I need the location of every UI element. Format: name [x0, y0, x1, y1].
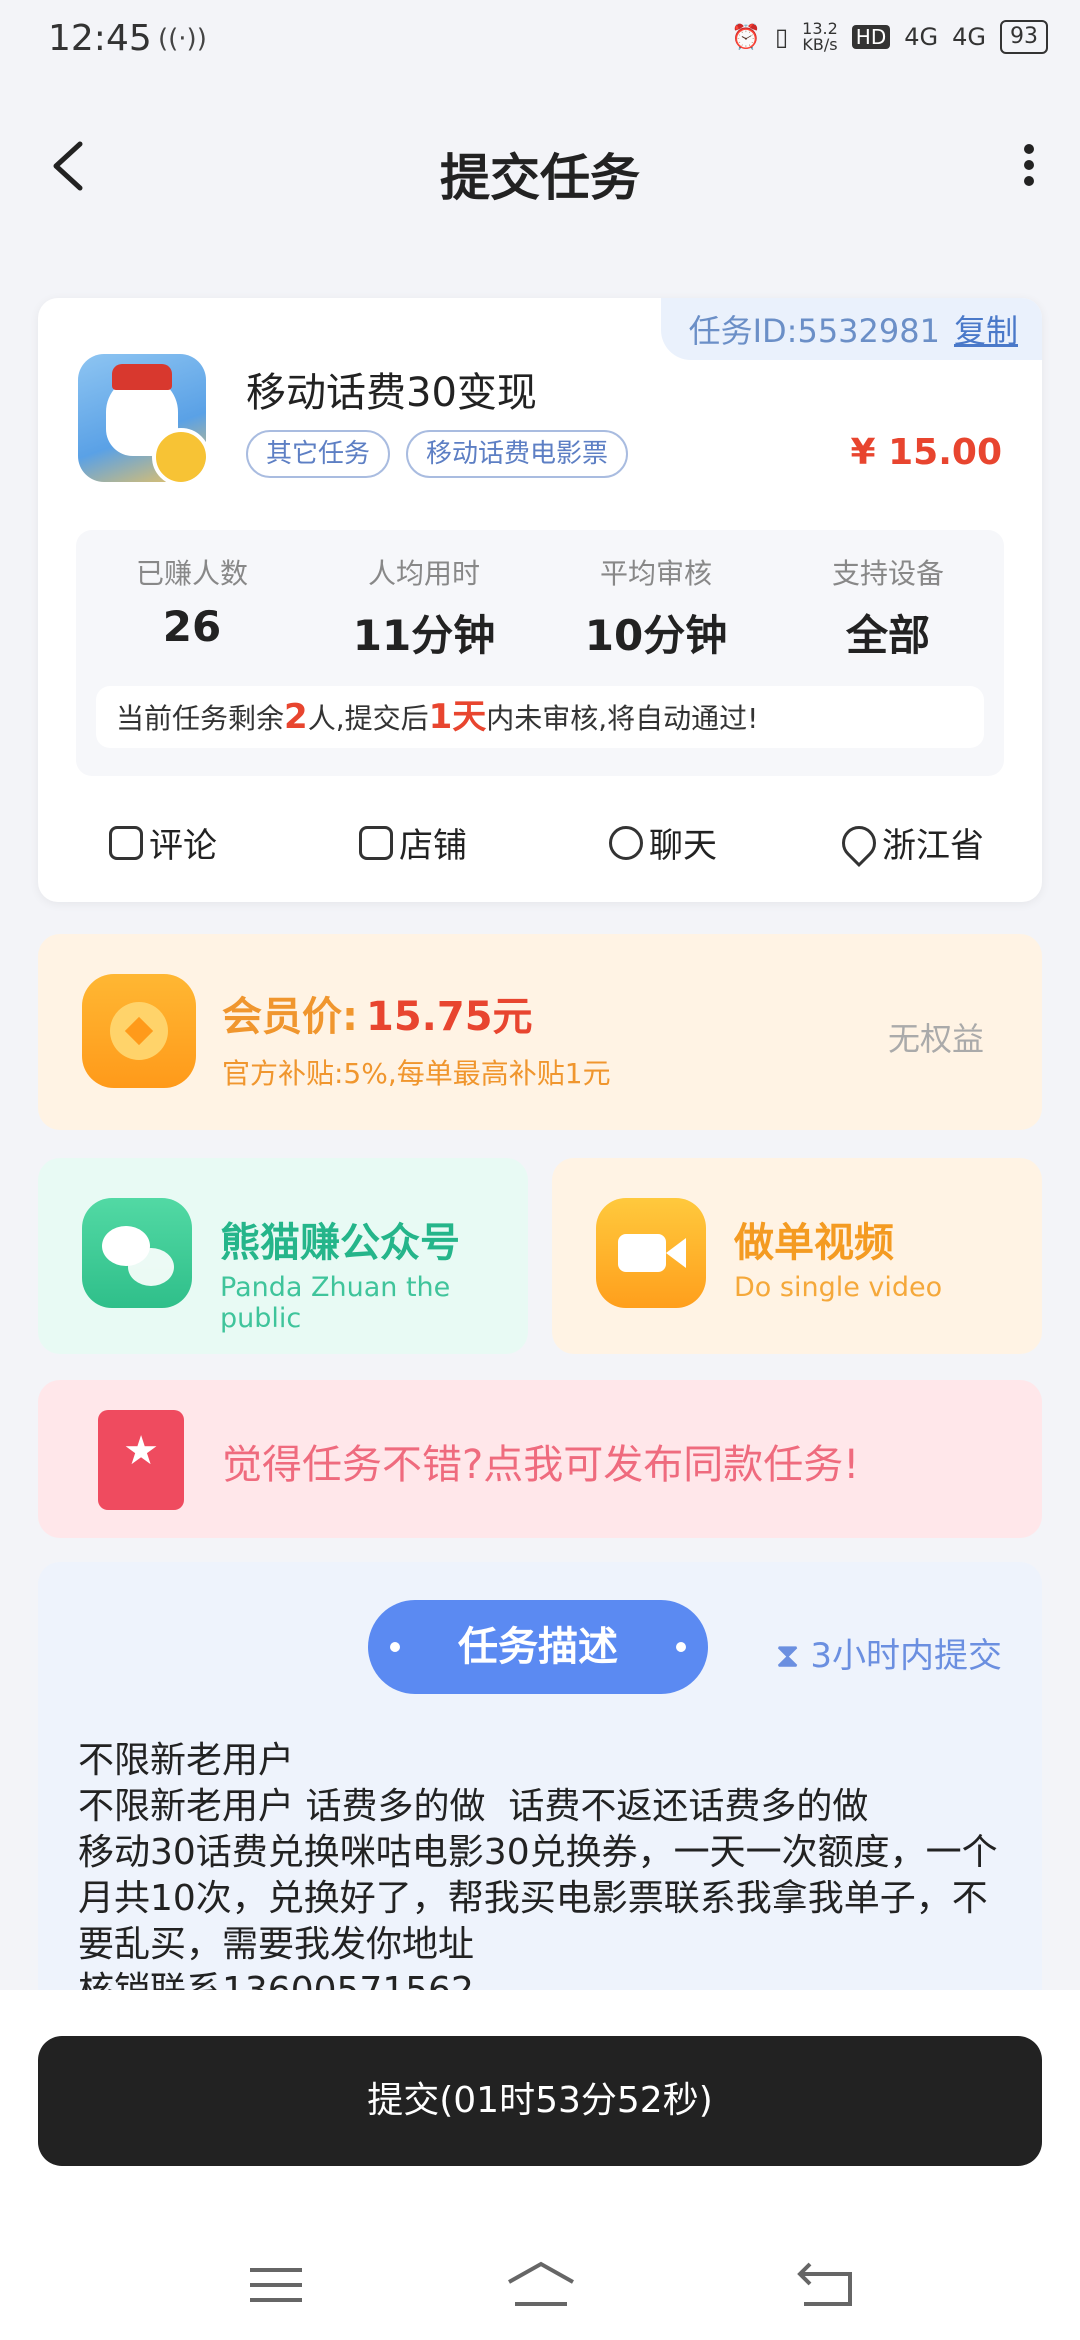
- task-description: 任务描述 ⧗ 3小时内提交 不限新老用户 不限新老用户 话费多的做 话费不返还话…: [38, 1562, 1042, 2012]
- wechat-icon: [82, 1198, 192, 1308]
- video-camera-icon: [596, 1198, 706, 1308]
- coin-badge-icon: [152, 428, 206, 482]
- vibrate-icon: ((·)): [158, 24, 207, 54]
- vip-price-banner[interactable]: 会员价: 15.75元 官方补贴:5%,每单最高补贴1元 无权益: [38, 934, 1042, 1130]
- shop-button[interactable]: 店铺: [288, 818, 538, 867]
- vip-benefit-status: 无权益: [887, 1020, 984, 1058]
- back-nav-icon[interactable]: [796, 2260, 856, 2310]
- stats-box: 已赚人数 26 人均用时 11分钟 平均审核 10分钟 支持设备 全部 当前任务…: [76, 530, 1004, 776]
- tag-other-task: 其它任务: [246, 430, 391, 478]
- task-card: 任务ID:5532981 复制 移动话费30变现 其它任务 移动话费电影票 ¥ 1…: [38, 298, 1042, 902]
- comment-icon: [109, 825, 143, 860]
- net-speed: 13.2 KB/s: [802, 19, 838, 54]
- time-limit: ⧗ 3小时内提交: [775, 1636, 1002, 1676]
- location-icon: [834, 818, 884, 867]
- task-app-icon: [78, 354, 206, 482]
- comment-button[interactable]: 评论: [38, 818, 288, 867]
- stat-avg-review: 平均审核 10分钟: [584, 557, 728, 660]
- tab-task-description[interactable]: 任务描述: [368, 1600, 708, 1694]
- hd-icon: HD: [851, 25, 891, 49]
- task-id-badge: 任务ID:5532981 复制: [660, 298, 1042, 360]
- description-text: 不限新老用户 不限新老用户 话费多的做 话费不返还话费多的做 移动30话费兑换咪…: [78, 1740, 998, 2011]
- wechat-tile-title: 熊猫赚公众号: [220, 1220, 460, 1266]
- auto-approve-notice: 当前任务剩余2人,提交后1天内未审核,将自动通过!: [96, 686, 984, 748]
- alarm-icon: ⏰: [731, 23, 761, 51]
- task-actions: 评论 店铺 聊天 浙江省: [38, 818, 1042, 878]
- coin-icon: [82, 974, 196, 1088]
- task-name: 移动话费30变现: [246, 370, 537, 416]
- tag-category: 移动话费电影票: [406, 430, 629, 478]
- task-price: ¥ 15.00: [850, 432, 1002, 473]
- signal-icon-2: 4G: [952, 23, 986, 51]
- publish-similar-banner[interactable]: ★ 觉得任务不错?点我可发布同款任务!: [38, 1380, 1042, 1538]
- wechat-official-tile[interactable]: 熊猫赚公众号 Panda Zhuan the public: [38, 1158, 528, 1354]
- more-menu-icon[interactable]: [1014, 138, 1044, 198]
- system-nav-bar: [0, 2240, 1080, 2340]
- status-icons: ⏰ ▯ 13.2 KB/s HD 4G 4G 93: [731, 20, 1048, 54]
- video-tile-subtitle: Do single video: [734, 1272, 943, 1303]
- submit-button[interactable]: 提交(01时53分52秒): [38, 2036, 1042, 2166]
- video-tile-title: 做单视频: [734, 1220, 894, 1266]
- vip-price: 会员价: 15.75元: [222, 994, 533, 1040]
- page-title: 提交任务: [440, 149, 640, 207]
- location-button[interactable]: 浙江省: [788, 818, 1038, 867]
- chat-icon: [609, 825, 643, 860]
- wechat-tile-subtitle: Panda Zhuan the public: [220, 1272, 451, 1334]
- stat-devices: 支持设备 全部: [831, 557, 944, 660]
- vip-subsidy: 官方补贴:5%,每单最高补贴1元: [222, 1057, 611, 1090]
- publish-similar-text: 觉得任务不错?点我可发布同款任务!: [222, 1442, 860, 1488]
- copy-button[interactable]: 复制: [954, 312, 1018, 350]
- signal-icon-1: 4G: [904, 23, 939, 51]
- video-tile[interactable]: 做单视频 Do single video: [552, 1158, 1042, 1354]
- vibrate-mode-icon: ▯: [774, 23, 789, 51]
- battery-icon: 93: [1000, 20, 1048, 54]
- chat-button[interactable]: 聊天: [538, 818, 788, 867]
- stat-avg-time: 人均用时 11分钟: [352, 557, 496, 660]
- shop-icon: [359, 825, 393, 860]
- stat-earned: 已赚人数 26: [135, 557, 248, 651]
- task-id: 任务ID:5532981: [688, 312, 940, 350]
- home-icon[interactable]: [505, 2260, 577, 2310]
- menu-icon[interactable]: [246, 2260, 306, 2310]
- status-bar: 12:45 ((·)) ⏰ ▯ 13.2 KB/s HD 4G 4G 93: [0, 0, 1080, 84]
- submit-bar: 提交(01时53分52秒): [0, 1990, 1080, 2240]
- status-time: 12:45: [48, 18, 152, 59]
